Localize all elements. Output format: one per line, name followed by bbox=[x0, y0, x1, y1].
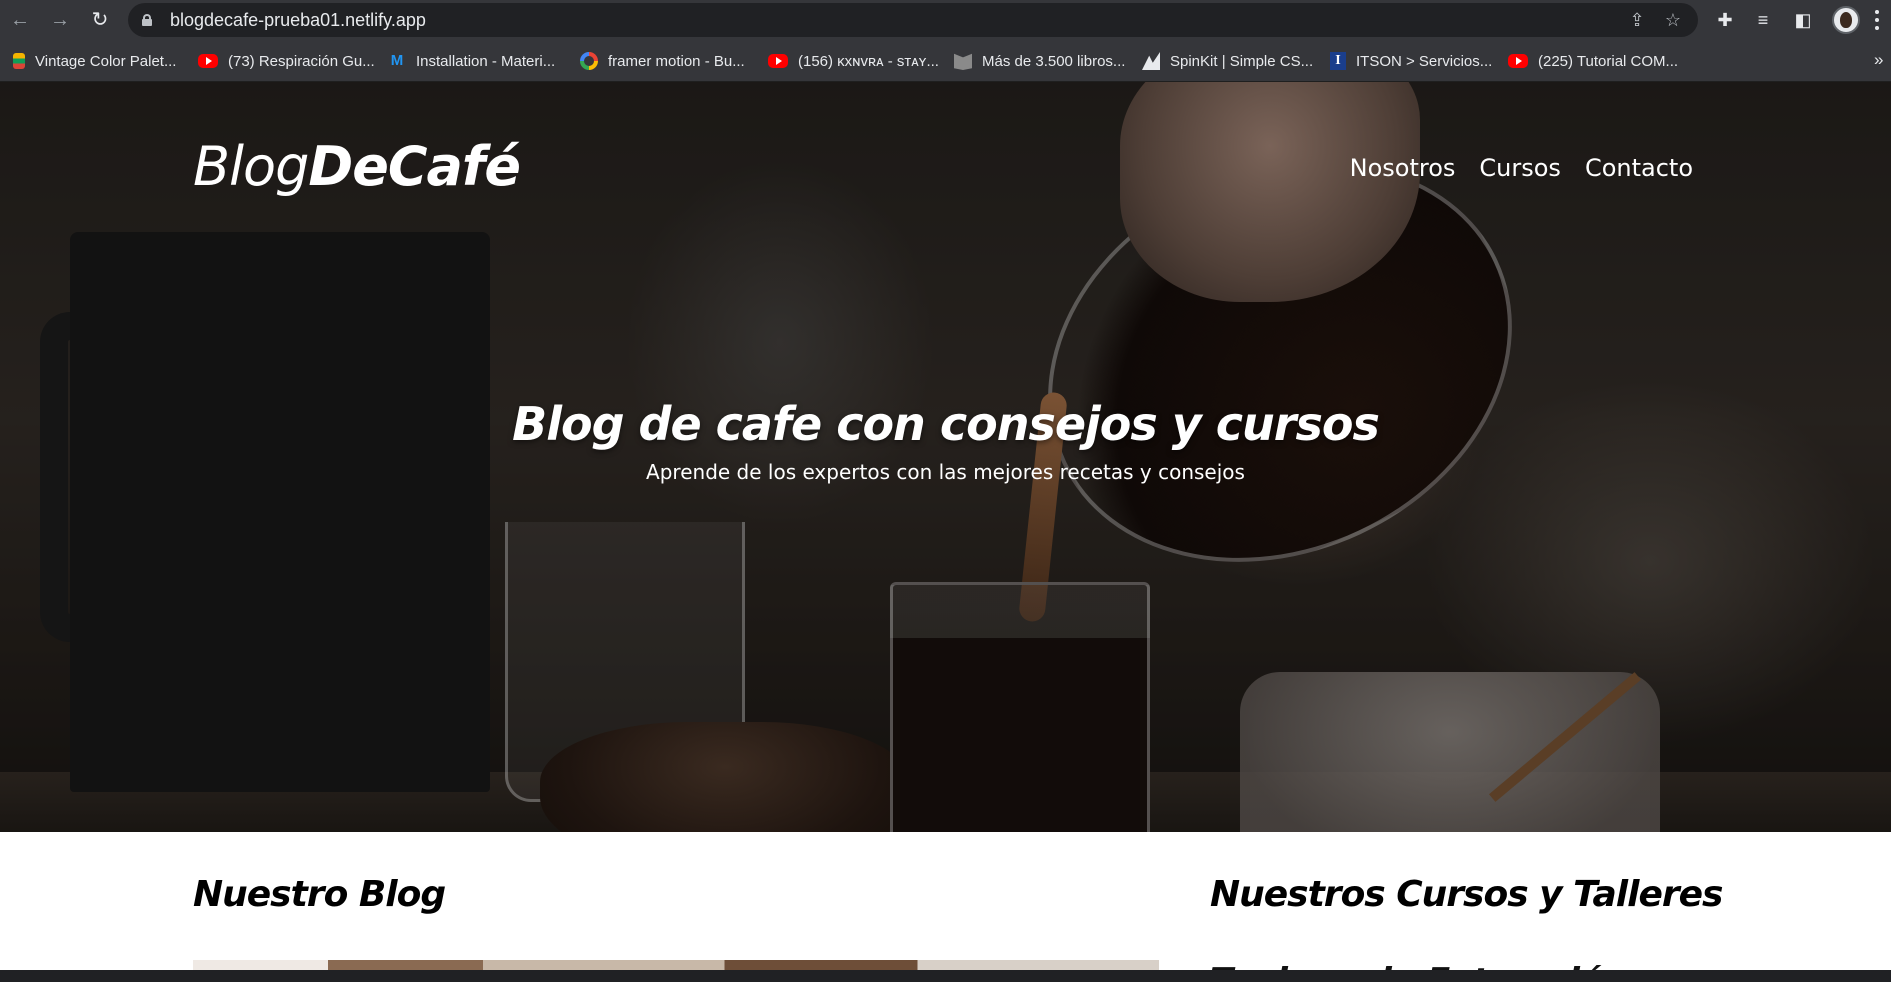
hero-photo-pitcher bbox=[70, 232, 490, 792]
arrow-right-icon[interactable]: → bbox=[46, 6, 74, 34]
spinkit-icon bbox=[1142, 52, 1160, 70]
bookmark-item[interactable]: I ITSON > Servicios... bbox=[1330, 50, 1492, 72]
bookmark-item[interactable]: M Installation - Materi... bbox=[388, 50, 555, 72]
blog-heading: Nuestro Blog bbox=[193, 874, 446, 915]
star-icon[interactable]: ☆ bbox=[1662, 9, 1684, 31]
profile-avatar[interactable] bbox=[1832, 6, 1860, 34]
palette-icon bbox=[13, 53, 25, 69]
address-bar[interactable]: blogdecafe-prueba01.netlify.app ⇪ ☆ bbox=[128, 3, 1698, 37]
url-text[interactable]: blogdecafe-prueba01.netlify.app bbox=[170, 11, 426, 29]
bookmark-item[interactable]: Vintage Color Palet... bbox=[10, 50, 176, 72]
book-icon bbox=[954, 53, 972, 70]
bookmark-item[interactable]: framer motion - Bu... bbox=[580, 50, 745, 72]
bookmark-label: Installation - Materi... bbox=[416, 52, 556, 70]
hero-photo-ceramic-cups bbox=[1240, 672, 1660, 832]
logo-light-text: Blog bbox=[193, 135, 309, 198]
lock-icon[interactable] bbox=[142, 14, 152, 26]
hero-photo-coffee-beans bbox=[540, 722, 910, 832]
kebab-menu-icon[interactable] bbox=[1870, 8, 1884, 32]
bookmark-item[interactable]: Más de 3.500 libros... bbox=[954, 50, 1125, 72]
bookmark-item[interactable]: (73) Respiración Gu... bbox=[198, 50, 375, 72]
bookmark-label: (156) ĸxɴvʀᴀ - sᴛᴀʏ... bbox=[798, 52, 939, 70]
web-page: BlogDeCafé Nosotros Cursos Contacto Blog… bbox=[0, 82, 1891, 982]
site-logo[interactable]: BlogDeCafé bbox=[193, 140, 521, 194]
bookmark-label: framer motion - Bu... bbox=[608, 52, 745, 70]
logo-bold-text: DeCafé bbox=[308, 135, 521, 198]
youtube-icon bbox=[768, 54, 788, 68]
bookmark-item[interactable]: (225) Tutorial COM... bbox=[1508, 50, 1678, 72]
bookmark-label: ITSON > Servicios... bbox=[1356, 52, 1493, 70]
arrow-left-icon[interactable]: ← bbox=[6, 6, 34, 34]
hero-title: Blog de cafe con consejos y cursos bbox=[512, 397, 1380, 451]
nav-link-nosotros[interactable]: Nosotros bbox=[1350, 154, 1456, 182]
google-icon bbox=[580, 52, 598, 70]
hero-photo-coffee-mug bbox=[890, 582, 1150, 832]
youtube-icon bbox=[1508, 54, 1528, 68]
puzzle-icon[interactable]: ✚ bbox=[1712, 7, 1738, 33]
bookmarks-bar: Vintage Color Palet... (73) Respiración … bbox=[0, 40, 1891, 82]
mui-icon: M bbox=[390, 52, 404, 69]
bookmark-label: Más de 3.500 libros... bbox=[982, 52, 1126, 70]
side-panel-icon[interactable]: ◧ bbox=[1790, 7, 1816, 33]
bookmark-label: (73) Respiración Gu... bbox=[228, 52, 375, 70]
youtube-icon bbox=[198, 54, 218, 68]
playlist-icon[interactable]: ≡ bbox=[1750, 7, 1776, 33]
share-icon[interactable]: ⇪ bbox=[1626, 9, 1648, 31]
nav-link-contacto[interactable]: Contacto bbox=[1585, 154, 1693, 182]
bookmarks-overflow-icon[interactable]: » bbox=[1874, 50, 1883, 70]
browser-toolbar: ← → ↻ blogdecafe-prueba01.netlify.app ⇪ … bbox=[0, 0, 1891, 40]
hero-subtitle: Aprende de los expertos con las mejores … bbox=[646, 460, 1245, 484]
reload-icon[interactable]: ↻ bbox=[86, 6, 114, 34]
courses-heading: Nuestros Cursos y Talleres bbox=[1210, 874, 1723, 915]
main-navigation: Nosotros Cursos Contacto bbox=[1350, 154, 1693, 182]
bookmark-item[interactable]: SpinKit | Simple CS... bbox=[1142, 50, 1313, 72]
bookmark-label: Vintage Color Palet... bbox=[35, 52, 177, 70]
bookmark-label: SpinKit | Simple CS... bbox=[1170, 52, 1314, 70]
itson-icon: I bbox=[1330, 52, 1346, 70]
bookmark-item[interactable]: (156) ĸxɴvʀᴀ - sᴛᴀʏ... bbox=[768, 50, 939, 72]
window-bottom-edge bbox=[0, 970, 1891, 982]
nav-link-cursos[interactable]: Cursos bbox=[1479, 154, 1561, 182]
bookmark-label: (225) Tutorial COM... bbox=[1538, 52, 1679, 70]
